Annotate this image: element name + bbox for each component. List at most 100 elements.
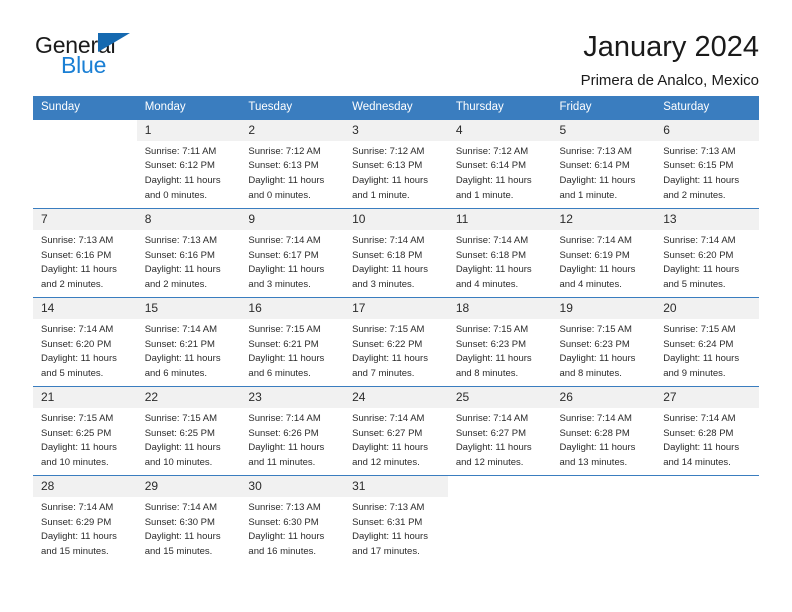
calendar-day-cell[interactable]: 18 Sunrise: 7:15 AM Sunset: 6:23 PM Dayligh… bbox=[447, 297, 552, 387]
calendar-day-cell[interactable]: 25 Sunrise: 7:14 AM Sunset: 6:27 PM Dayligh… bbox=[447, 386, 552, 476]
day-details: Sunrise: 7:14 AM Sunset: 6:19 PM Daylight:… bbox=[552, 230, 656, 293]
day-number: 5 bbox=[551, 119, 656, 141]
sunrise-time: Sunrise: 7:15 AM bbox=[455, 324, 529, 335]
daylight-duration-line2: and 13 minutes. bbox=[559, 457, 628, 469]
daylight-duration-line1: Daylight: 11 hours bbox=[663, 264, 740, 276]
daylight-duration-line2: and 2 minutes. bbox=[144, 279, 208, 291]
sunrise-time: Sunrise: 7:15 AM bbox=[663, 324, 736, 335]
calendar-day-cell[interactable]: 17 Sunrise: 7:15 AM Sunset: 6:22 PM Dayligh… bbox=[344, 297, 448, 387]
day-details: Sunrise: 7:14 AM Sunset: 6:29 PM Daylight:… bbox=[33, 497, 137, 560]
sunset-time: Sunset: 6:27 PM bbox=[455, 427, 527, 439]
general-blue-logo[interactable]: General Blue bbox=[33, 30, 148, 82]
sunset-time: Sunset: 6:18 PM bbox=[455, 249, 527, 261]
calendar-day-cell[interactable]: 28 Sunrise: 7:14 AM Sunset: 6:29 PM Dayligh… bbox=[33, 475, 137, 565]
daylight-duration-line1: Daylight: 11 hours bbox=[352, 264, 428, 276]
calendar-day-cell[interactable]: 29 Sunrise: 7:14 AM Sunset: 6:30 PM Dayligh… bbox=[136, 475, 241, 565]
sunrise-time: Sunrise: 7:14 AM bbox=[559, 413, 632, 424]
calendar-day-cell[interactable]: 1 Sunrise: 7:11 AM Sunset: 6:12 PM Daylight… bbox=[136, 119, 241, 209]
sunset-time: Sunset: 6:16 PM bbox=[41, 249, 112, 261]
day-number: 14 bbox=[33, 298, 137, 319]
calendar-day-cell[interactable]: 2 Sunrise: 7:12 AM Sunset: 6:13 PM Daylight… bbox=[240, 119, 345, 209]
calendar-day-cell[interactable]: 15 Sunrise: 7:14 AM Sunset: 6:21 PM Dayligh… bbox=[136, 297, 241, 387]
daylight-duration-line1: Daylight: 11 hours bbox=[559, 174, 636, 186]
day-number: 29 bbox=[136, 476, 241, 497]
weekday-header-tuesday: Tuesday bbox=[240, 96, 345, 120]
sunset-time: Sunset: 6:29 PM bbox=[41, 516, 112, 528]
weekday-header-sunday: Sunday bbox=[33, 96, 137, 120]
calendar-day-cell[interactable]: 31 Sunrise: 7:13 AM Sunset: 6:31 PM Dayligh… bbox=[344, 475, 448, 565]
daylight-duration-line2: and 17 minutes. bbox=[352, 546, 420, 558]
calendar-week-row: 28 Sunrise: 7:14 AM Sunset: 6:29 PM Dayligh… bbox=[33, 475, 759, 565]
sunrise-time: Sunrise: 7:14 AM bbox=[144, 502, 218, 513]
sunrise-time: Sunrise: 7:14 AM bbox=[663, 413, 736, 424]
daylight-duration-line1: Daylight: 11 hours bbox=[144, 174, 221, 186]
sunset-time: Sunset: 6:31 PM bbox=[352, 516, 423, 528]
sunrise-time: Sunrise: 7:14 AM bbox=[41, 502, 114, 513]
calendar-day-cell[interactable]: 30 Sunrise: 7:13 AM Sunset: 6:30 PM Dayligh… bbox=[240, 475, 345, 565]
sunrise-time: Sunrise: 7:13 AM bbox=[144, 235, 218, 246]
day-number bbox=[447, 476, 552, 497]
calendar-day-cell[interactable]: 9 Sunrise: 7:14 AM Sunset: 6:17 PM Daylight… bbox=[240, 208, 345, 298]
sunrise-time: Sunrise: 7:15 AM bbox=[248, 324, 321, 335]
daylight-duration-line1: Daylight: 11 hours bbox=[352, 531, 428, 543]
calendar-day-cell[interactable]: 19 Sunrise: 7:15 AM Sunset: 6:23 PM Dayligh… bbox=[551, 297, 656, 387]
sunset-time: Sunset: 6:13 PM bbox=[352, 160, 423, 172]
sunrise-time: Sunrise: 7:13 AM bbox=[352, 502, 425, 513]
calendar-day-cell[interactable]: 23 Sunrise: 7:14 AM Sunset: 6:26 PM Dayligh… bbox=[240, 386, 345, 476]
daylight-duration-line1: Daylight: 11 hours bbox=[352, 442, 428, 454]
title-block: January 2024 Primera de Analco, Mexico bbox=[581, 30, 759, 90]
daylight-duration-line1: Daylight: 11 hours bbox=[41, 353, 117, 365]
calendar-day-cell[interactable]: 13 Sunrise: 7:14 AM Sunset: 6:20 PM Dayligh… bbox=[655, 208, 759, 298]
calendar-day-cell[interactable]: 20 Sunrise: 7:15 AM Sunset: 6:24 PM Dayligh… bbox=[655, 297, 759, 387]
calendar-day-cell[interactable]: 10 Sunrise: 7:14 AM Sunset: 6:18 PM Dayligh… bbox=[344, 208, 448, 298]
page-subtitle: Primera de Analco, Mexico bbox=[580, 72, 759, 90]
day-number: 27 bbox=[655, 387, 759, 408]
calendar-day-cell[interactable]: 16 Sunrise: 7:15 AM Sunset: 6:21 PM Dayligh… bbox=[240, 297, 345, 387]
day-details: Sunrise: 7:14 AM Sunset: 6:17 PM Daylight:… bbox=[240, 230, 344, 293]
sunset-time: Sunset: 6:15 PM bbox=[663, 160, 734, 172]
day-details: Sunrise: 7:14 AM Sunset: 6:27 PM Daylight:… bbox=[448, 408, 552, 471]
daylight-duration-line2: and 11 minutes. bbox=[248, 457, 316, 469]
calendar-day-cell[interactable]: 14 Sunrise: 7:14 AM Sunset: 6:20 PM Dayligh… bbox=[33, 297, 137, 387]
calendar-day-cell[interactable]: 24 Sunrise: 7:14 AM Sunset: 6:27 PM Dayligh… bbox=[344, 386, 448, 476]
day-details: Sunrise: 7:13 AM Sunset: 6:31 PM Daylight:… bbox=[344, 497, 448, 560]
calendar-day-cell[interactable]: 12 Sunrise: 7:14 AM Sunset: 6:19 PM Dayligh… bbox=[551, 208, 656, 298]
daylight-duration-line1: Daylight: 11 hours bbox=[663, 353, 740, 365]
daylight-duration-line2: and 2 minutes. bbox=[41, 279, 104, 291]
day-number: 31 bbox=[344, 476, 448, 497]
calendar-day-cell[interactable]: 3 Sunrise: 7:12 AM Sunset: 6:13 PM Daylight… bbox=[344, 119, 448, 209]
calendar-day-cell[interactable]: 26 Sunrise: 7:14 AM Sunset: 6:28 PM Dayligh… bbox=[551, 386, 656, 476]
sunrise-time: Sunrise: 7:13 AM bbox=[559, 145, 632, 157]
calendar-day-cell[interactable]: 6 Sunrise: 7:13 AM Sunset: 6:15 PM Daylight… bbox=[655, 119, 759, 209]
sunrise-time: Sunrise: 7:14 AM bbox=[455, 413, 529, 424]
daylight-duration-line2: and 5 minutes. bbox=[41, 368, 104, 380]
day-details: Sunrise: 7:15 AM Sunset: 6:25 PM Daylight:… bbox=[137, 408, 241, 471]
calendar-day-cell[interactable]: 8 Sunrise: 7:13 AM Sunset: 6:16 PM Daylight… bbox=[136, 208, 241, 298]
day-number: 9 bbox=[240, 209, 345, 230]
logo-text-blue: Blue bbox=[61, 52, 107, 78]
day-number bbox=[551, 476, 656, 497]
calendar-body: 1 Sunrise: 7:11 AM Sunset: 6:12 PM Daylight… bbox=[33, 119, 759, 565]
sunrise-time: Sunrise: 7:14 AM bbox=[559, 235, 632, 246]
calendar-day-cell[interactable]: 7 Sunrise: 7:13 AM Sunset: 6:16 PM Daylight… bbox=[33, 208, 137, 298]
day-details: Sunrise: 7:14 AM Sunset: 6:27 PM Daylight:… bbox=[344, 408, 448, 471]
sunrise-time: Sunrise: 7:14 AM bbox=[663, 235, 736, 246]
weekday-header-thursday: Thursday bbox=[447, 96, 552, 120]
day-details: Sunrise: 7:14 AM Sunset: 6:18 PM Daylight:… bbox=[344, 230, 448, 293]
sunset-time: Sunset: 6:13 PM bbox=[248, 160, 319, 172]
calendar-day-cell[interactable]: 4 Sunrise: 7:12 AM Sunset: 6:14 PM Daylight… bbox=[447, 119, 552, 209]
sunrise-time: Sunrise: 7:15 AM bbox=[352, 324, 425, 335]
daylight-duration-line2: and 4 minutes. bbox=[455, 279, 519, 291]
calendar-day-cell[interactable]: 5 Sunrise: 7:13 AM Sunset: 6:14 PM Daylight… bbox=[551, 119, 656, 209]
calendar-day-cell[interactable]: 22 Sunrise: 7:15 AM Sunset: 6:25 PM Dayligh… bbox=[136, 386, 241, 476]
calendar-day-cell[interactable]: 11 Sunrise: 7:14 AM Sunset: 6:18 PM Dayligh… bbox=[447, 208, 552, 298]
calendar-day-cell[interactable]: 21 Sunrise: 7:15 AM Sunset: 6:25 PM Dayligh… bbox=[33, 386, 137, 476]
daylight-duration-line1: Daylight: 11 hours bbox=[455, 264, 532, 276]
calendar-day-cell[interactable]: 27 Sunrise: 7:14 AM Sunset: 6:28 PM Dayligh… bbox=[655, 386, 759, 476]
daylight-duration-line2: and 15 minutes. bbox=[144, 546, 213, 558]
day-details: Sunrise: 7:15 AM Sunset: 6:23 PM Daylight:… bbox=[552, 319, 656, 382]
daylight-duration-line1: Daylight: 11 hours bbox=[455, 174, 532, 186]
daylight-duration-line2: and 8 minutes. bbox=[455, 368, 519, 380]
daylight-duration-line2: and 6 minutes. bbox=[144, 368, 208, 380]
calendar-cell-empty bbox=[447, 475, 552, 565]
